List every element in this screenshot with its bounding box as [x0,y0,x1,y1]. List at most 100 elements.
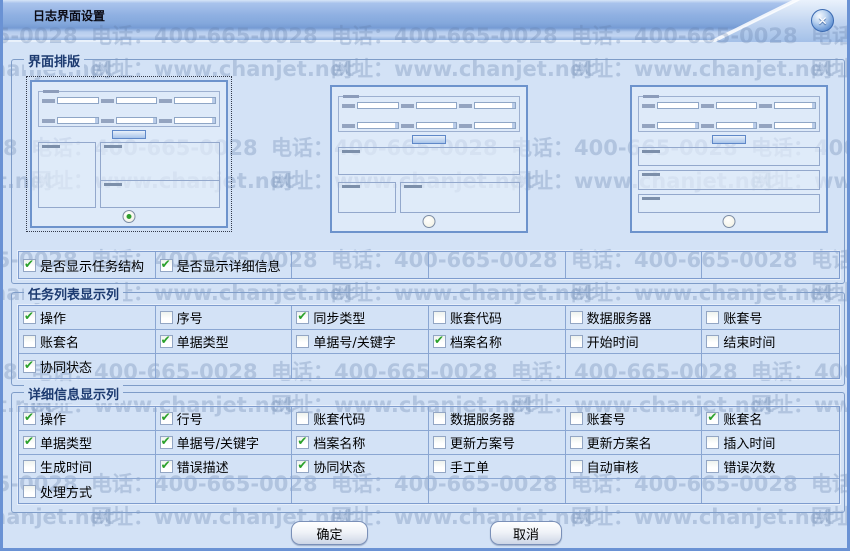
mini-form-row [642,102,816,109]
checkbox-checked[interactable] [296,460,309,473]
checkbox-checked[interactable] [23,259,36,272]
checkbox-checked[interactable] [160,335,173,348]
mini-field-label [459,124,472,128]
checkbox-unchecked[interactable] [23,460,36,473]
detail-columns-table: 操作 行号 账套代码 数据服务器账套号账套名单据类型单据号/关键字档案名称更新方案号更… [18,406,840,504]
column-toggle-cell[interactable]: 账套名 [19,330,156,354]
checkbox-unchecked[interactable] [296,412,309,425]
mini-panels [338,147,520,213]
column-toggle-cell[interactable]: 数据服务器 [429,407,566,431]
column-toggle-cell[interactable]: 账套代码 [292,407,429,431]
checkbox-unchecked[interactable] [160,311,173,324]
checkbox-label: 档案名称 [450,332,502,351]
checkbox-checked[interactable] [160,460,173,473]
empty-cell [156,479,293,503]
layout-radio-selected[interactable] [123,210,136,223]
mini-panels-bottom [338,182,520,213]
checkbox-unchecked[interactable] [433,436,446,449]
checkbox-unchecked[interactable] [706,436,719,449]
cancel-button[interactable]: 取消 [490,521,562,545]
checkbox-label: 账套代码 [313,409,365,428]
column-toggle-cell[interactable]: 账套号 [566,407,703,431]
checkbox-unchecked[interactable] [570,311,583,324]
checkbox-unchecked[interactable] [570,412,583,425]
mini-field-label [401,104,414,108]
layout-option-1[interactable] [26,76,232,232]
checkbox-unchecked[interactable] [296,335,309,348]
mini-error-panel [638,194,820,213]
checkbox-checked[interactable] [23,311,36,324]
checkbox-checked[interactable] [160,412,173,425]
column-toggle-cell[interactable]: 结束时间 [702,330,839,354]
column-toggle-cell[interactable]: 协同状态 [292,455,429,479]
column-toggle-cell[interactable]: 自动审核 [566,455,703,479]
checkbox-checked[interactable] [23,436,36,449]
checkbox-unchecked[interactable] [570,460,583,473]
column-toggle-cell[interactable]: 操作 [19,306,156,330]
column-toggle-cell[interactable]: 账套号 [702,306,839,330]
mini-field-label [159,119,172,123]
checkbox-unchecked[interactable] [433,311,446,324]
checkbox-checked[interactable] [160,436,173,449]
mini-detail-panel [338,147,520,175]
checkbox-checked[interactable] [160,259,173,272]
checkbox-label: 操作 [40,409,66,428]
checkbox-unchecked[interactable] [433,412,446,425]
mini-panels [38,142,220,208]
mini-panel-caption [42,145,60,148]
column-toggle-cell[interactable]: 数据服务器 [566,306,703,330]
checkbox-label: 协同状态 [40,357,92,376]
column-toggle-cell[interactable]: 操作 [19,407,156,431]
column-toggle-cell[interactable]: 生成时间 [19,455,156,479]
group-layout-title: 界面排版 [24,51,84,70]
checkbox-unchecked[interactable] [706,335,719,348]
mini-field-input [57,97,99,104]
column-toggle-cell[interactable]: 插入时间 [702,431,839,455]
column-toggle-cell[interactable]: 单据号/关键字 [292,330,429,354]
dialog-title: 日志界面设置 [33,7,105,24]
column-toggle-cell[interactable]: 开始时间 [566,330,703,354]
layout-radio-unselected[interactable] [423,215,436,228]
column-toggle-cell[interactable]: 单据类型 [19,431,156,455]
layout-radio-unselected[interactable] [723,215,736,228]
checkbox-unchecked[interactable] [706,460,719,473]
checkbox-unchecked[interactable] [23,485,36,498]
close-button[interactable]: ✕ [811,9,834,32]
column-toggle-cell[interactable]: 账套名 [702,407,839,431]
column-toggle-cell[interactable]: 处理方式 [19,479,156,503]
layout-option-2[interactable] [326,81,532,237]
checkbox-checked[interactable] [23,412,36,425]
checkbox-checked[interactable] [706,412,719,425]
column-toggle-cell[interactable]: 档案名称 [429,330,566,354]
column-toggle-cell[interactable]: 单据号/关键字 [156,431,293,455]
column-toggle-cell[interactable]: 手工单 [429,455,566,479]
column-toggle-cell[interactable]: 序号 [156,306,293,330]
checkbox-checked[interactable] [296,436,309,449]
column-toggle-cell[interactable]: 错误次数 [702,455,839,479]
mini-panels [638,147,820,213]
checkbox-checked[interactable] [296,311,309,324]
column-toggle-cell[interactable]: 账套代码 [429,306,566,330]
column-toggle-cell[interactable]: 更新方案名 [566,431,703,455]
checkbox-unchecked[interactable] [23,335,36,348]
checkbox-unchecked[interactable] [570,436,583,449]
checkbox-unchecked[interactable] [433,460,446,473]
checkbox-unchecked[interactable] [570,335,583,348]
checkbox-checked[interactable] [433,335,446,348]
column-toggle-cell[interactable]: 协同状态 [19,354,156,378]
column-toggle-cell[interactable]: 是否显示任务结构 [19,252,156,278]
column-toggle-cell[interactable]: 是否显示详细信息 [156,252,293,278]
column-toggle-cell[interactable]: 档案名称 [292,431,429,455]
column-toggle-cell[interactable]: 错误描述 [156,455,293,479]
column-toggle-cell[interactable]: 更新方案号 [429,431,566,455]
mini-field-label [459,104,472,108]
column-toggle-cell[interactable]: 同步类型 [292,306,429,330]
empty-cell [292,354,429,378]
ok-button[interactable]: 确定 [291,521,368,545]
checkbox-unchecked[interactable] [706,311,719,324]
column-toggle-cell[interactable]: 单据类型 [156,330,293,354]
checkbox-checked[interactable] [23,360,36,373]
layout-option-3[interactable] [626,81,832,237]
mini-form-row [342,102,516,109]
column-toggle-cell[interactable]: 行号 [156,407,293,431]
